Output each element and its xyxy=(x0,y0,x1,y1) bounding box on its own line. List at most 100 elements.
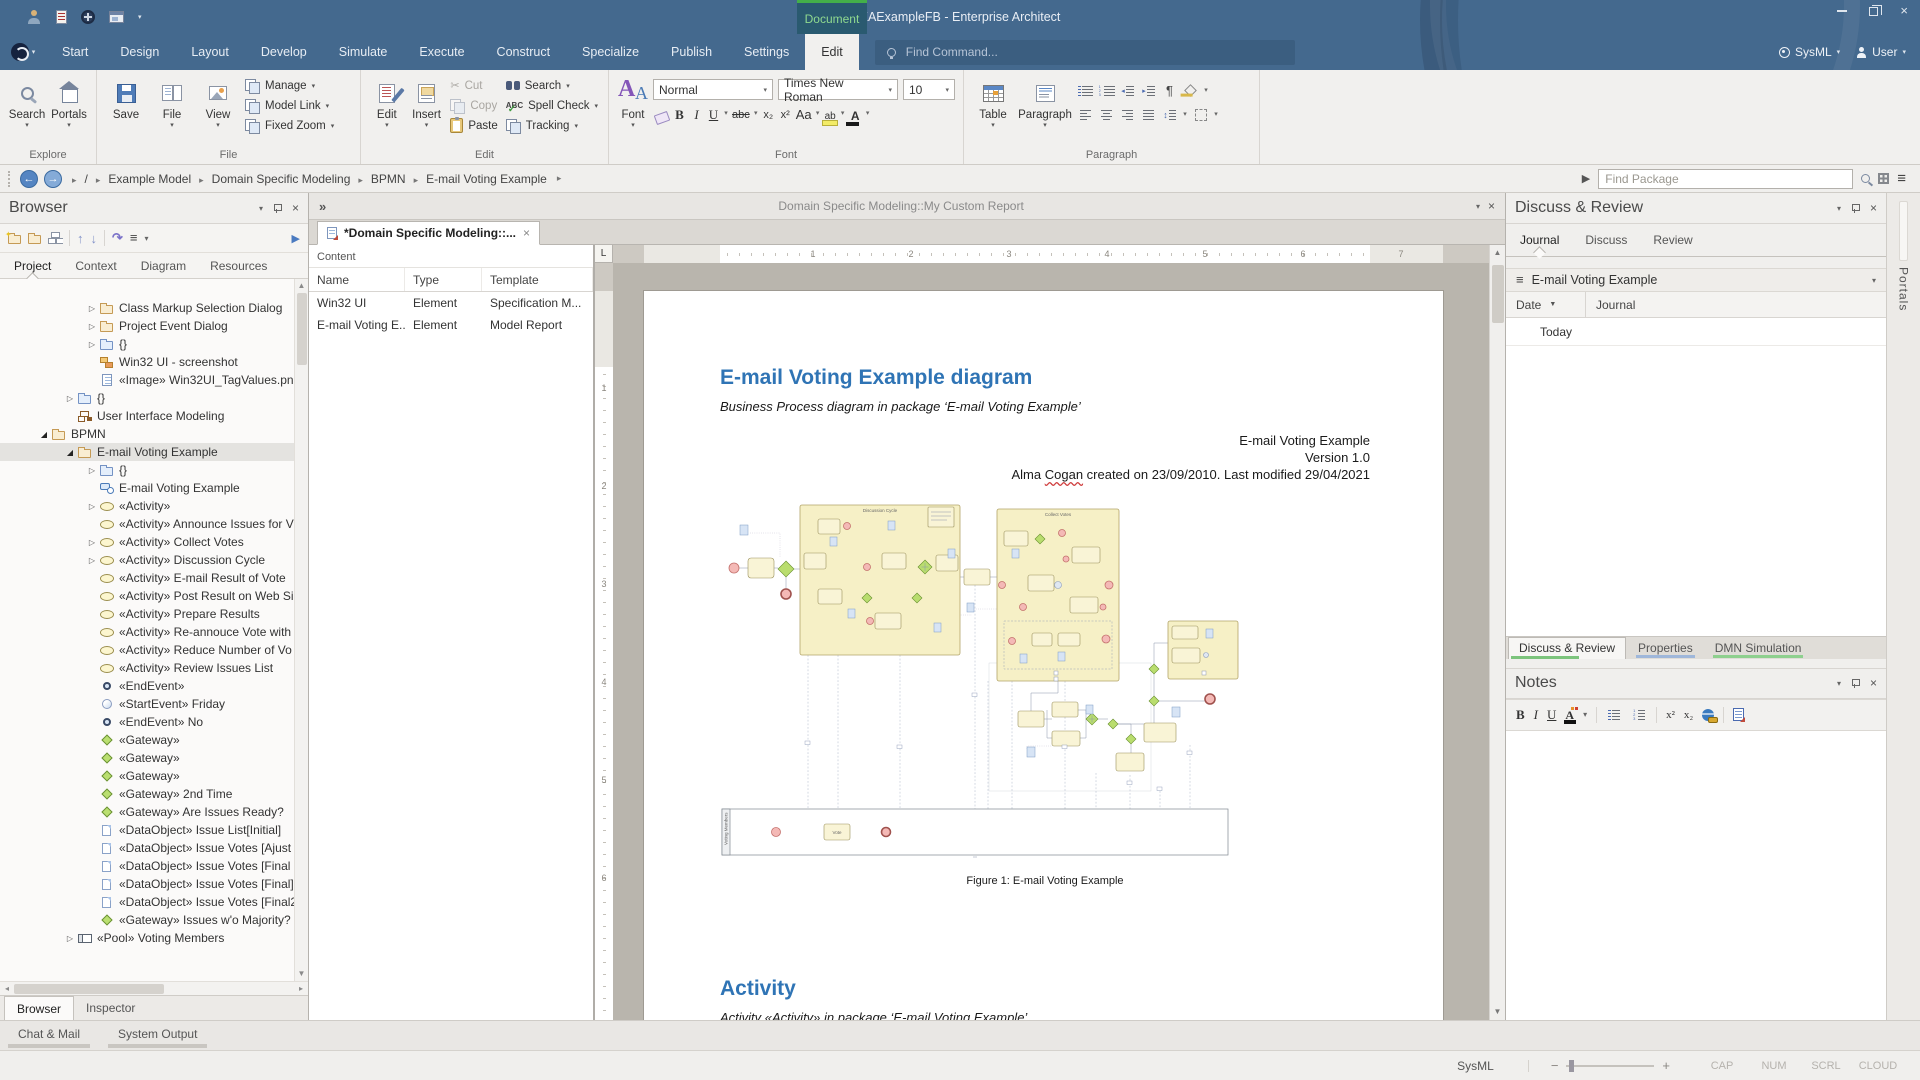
ribbon-tab[interactable]: Layout xyxy=(175,34,245,70)
quick-access-caret-icon[interactable]: ▾ xyxy=(138,13,142,21)
tree-expander-icon[interactable] xyxy=(38,430,50,439)
column-header-journal[interactable]: Journal xyxy=(1586,298,1635,312)
journal-row[interactable]: Today xyxy=(1506,318,1886,346)
tree-expander-icon[interactable] xyxy=(64,934,76,943)
breadcrumb-item[interactable]: E-mail Voting Example xyxy=(410,172,551,186)
discuss-tab[interactable]: Discuss xyxy=(1583,229,1629,251)
column-header-template[interactable]: Template xyxy=(482,268,593,291)
close-icon[interactable]: × xyxy=(1870,676,1877,690)
breadcrumb-item[interactable]: Domain Specific Modeling xyxy=(195,172,354,186)
tree-item[interactable]: «Gateway» Are Issues Ready? xyxy=(0,803,294,821)
tree-expander-icon[interactable] xyxy=(86,304,98,313)
tree-item[interactable]: Class Markup Selection Dialog xyxy=(0,299,294,317)
tree-item[interactable]: «Activity» Prepare Results xyxy=(0,605,294,623)
ribbon-tab[interactable]: Start xyxy=(46,34,104,70)
new-diagram-icon[interactable] xyxy=(48,232,62,244)
change-case-button[interactable]: Aa xyxy=(794,104,814,123)
align-left-button[interactable] xyxy=(1076,107,1095,122)
font-size-select[interactable]: 10▾ xyxy=(903,79,955,100)
tree-expander-icon[interactable] xyxy=(86,466,98,475)
minimize-button[interactable] xyxy=(1837,10,1847,12)
paragraph-button[interactable]: Paragraph▾ xyxy=(1016,75,1074,130)
manage-button[interactable]: Manage▾ xyxy=(245,77,334,94)
tree-item[interactable]: «Activity» Announce Issues for V xyxy=(0,515,294,533)
edit-search-button[interactable]: Search▾ xyxy=(506,77,598,94)
browser-tab[interactable]: Context xyxy=(73,255,118,277)
scrollbar-thumb[interactable] xyxy=(1492,265,1504,323)
insert-button[interactable]: Insert▾ xyxy=(407,75,447,130)
status-perspective[interactable]: SysML xyxy=(1457,1059,1494,1073)
close-tab-icon[interactable]: × xyxy=(523,226,530,240)
strikethrough-button[interactable]: abc xyxy=(730,104,752,123)
model-link-button[interactable]: Model Link▾ xyxy=(245,97,334,114)
tree-item[interactable]: «Gateway» 2nd Time xyxy=(0,785,294,803)
portals-button[interactable]: Portals▾ xyxy=(48,75,90,130)
line-spacing-button[interactable]: ↕ xyxy=(1160,107,1179,122)
subscript-button[interactable]: x₂ xyxy=(760,104,777,123)
pin-icon[interactable] xyxy=(274,203,281,213)
bullet-list-button[interactable] xyxy=(1076,83,1095,98)
tree-expander-icon[interactable] xyxy=(86,502,98,511)
tree-expander-icon[interactable] xyxy=(86,322,98,331)
notes-subscript-button[interactable]: x₂ xyxy=(1684,709,1693,721)
tree-item[interactable]: {} xyxy=(0,335,294,353)
hyperlink-icon[interactable] xyxy=(1702,709,1714,721)
tree-item[interactable]: «DataObject» Issue List[Initial] xyxy=(0,821,294,839)
column-header-name[interactable]: Name xyxy=(309,268,405,291)
quick-access-wheel-icon[interactable] xyxy=(81,10,95,24)
context-tab-document[interactable]: Document xyxy=(797,0,867,34)
spell-check-button[interactable]: ABCSpell Check▾ xyxy=(506,97,598,114)
highlight-button[interactable]: ab xyxy=(822,104,839,123)
tree-item[interactable]: «Activity» Reduce Number of Vo xyxy=(0,641,294,659)
save-button[interactable]: Save xyxy=(103,75,149,130)
panel-menu-icon[interactable]: ▾ xyxy=(1837,679,1841,688)
breadcrumb-item[interactable]: BPMN xyxy=(354,172,409,186)
package-icon[interactable] xyxy=(28,235,41,244)
move-up-icon[interactable]: ↑ xyxy=(77,231,84,246)
fixed-zoom-button[interactable]: Fixed Zoom▾ xyxy=(245,117,334,134)
dock-tab[interactable]: Browser xyxy=(4,996,74,1020)
quick-access-window-icon[interactable] xyxy=(109,11,124,23)
ribbon-tab[interactable]: Execute xyxy=(403,34,480,70)
document-canvas[interactable]: E-mail Voting Example diagram Business P… xyxy=(613,263,1489,1020)
tree-item[interactable]: «Activity» Review Issues List xyxy=(0,659,294,677)
tree-item[interactable]: «Activity» Collect Votes xyxy=(0,533,294,551)
view-button[interactable]: View▾ xyxy=(195,75,241,130)
breadcrumb-item[interactable]: / xyxy=(68,172,92,186)
tree-item[interactable]: User Interface Modeling xyxy=(0,407,294,425)
browser-tab[interactable]: Diagram xyxy=(139,255,188,277)
table-row[interactable]: E-mail Voting E... Element Model Report xyxy=(309,314,593,336)
ribbon-tab[interactable]: Design xyxy=(104,34,175,70)
new-package-icon[interactable] xyxy=(8,235,21,244)
font-color-button[interactable]: A xyxy=(847,104,864,123)
tree-item[interactable]: «DataObject» Issue Votes [Final2 xyxy=(0,893,294,911)
font-family-select[interactable]: Times New Roman▾ xyxy=(778,79,898,100)
bold-button[interactable]: B xyxy=(671,104,688,123)
horizontal-ruler[interactable]: 1234567 xyxy=(613,245,1489,263)
copy-button[interactable]: Copy xyxy=(450,97,497,114)
tree-item[interactable]: «DataObject» Issue Votes [Final] xyxy=(0,875,294,893)
paste-button[interactable]: Paste xyxy=(450,117,497,134)
document-page[interactable]: E-mail Voting Example diagram Business P… xyxy=(644,291,1443,1020)
user-menu[interactable]: User ▾ xyxy=(1856,45,1906,59)
tree-expander-icon[interactable] xyxy=(86,556,98,565)
tree-item[interactable]: BPMN xyxy=(0,425,294,443)
tree-item[interactable]: «DataObject» Issue Votes [Ajust xyxy=(0,839,294,857)
dock-tab[interactable]: Inspector xyxy=(74,996,147,1020)
align-right-button[interactable] xyxy=(1118,107,1137,122)
dock-tab[interactable]: DMN Simulation xyxy=(1705,637,1812,659)
portals-tab[interactable]: Portals xyxy=(1897,267,1911,311)
tree-item[interactable]: {} xyxy=(0,389,294,407)
tree-item[interactable]: E-mail Voting Example xyxy=(0,479,294,497)
tree-item[interactable]: «Activity» xyxy=(0,497,294,515)
tree-item[interactable]: «Activity» E-mail Result of Vote xyxy=(0,569,294,587)
dock-tab[interactable]: System Output xyxy=(114,1025,201,1049)
quick-access-report-icon[interactable] xyxy=(56,10,67,24)
column-header-type[interactable]: Type xyxy=(405,268,482,291)
numbered-list-button[interactable]: 1 2 3 xyxy=(1097,83,1116,98)
pin-icon[interactable] xyxy=(1852,203,1859,213)
zoom-slider[interactable] xyxy=(1566,1065,1654,1067)
ribbon-tab[interactable]: Settings xyxy=(728,34,805,70)
portals-scrollbar[interactable] xyxy=(1899,201,1908,261)
ribbon-tab[interactable]: Simulate xyxy=(323,34,404,70)
